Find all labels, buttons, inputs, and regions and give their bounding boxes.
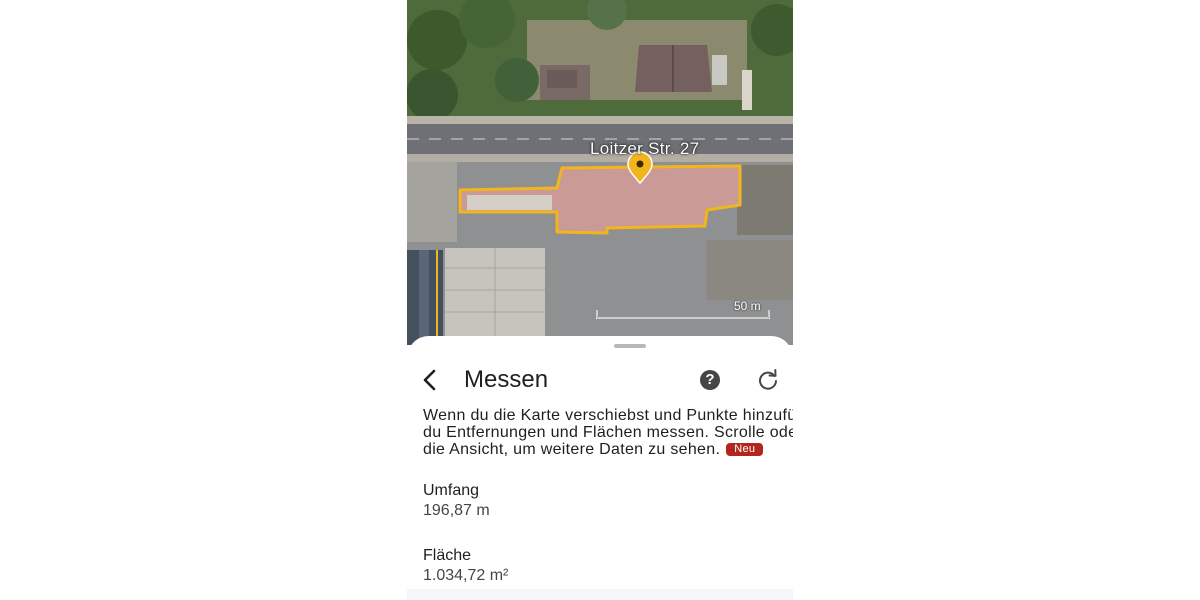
address-label: Loitzer Str. 27: [590, 139, 700, 158]
description: Wenn du die Karte verschiebst und Punkte…: [423, 407, 793, 458]
perimeter-label: Umfang: [423, 482, 480, 499]
phone-screen: Loitzer Str. 27 50 m Messen ? Wenn du di…: [407, 0, 793, 600]
satellite-map[interactable]: Loitzer Str. 27 50 m: [407, 0, 793, 345]
back-button[interactable]: [421, 368, 439, 392]
reset-button[interactable]: [757, 369, 779, 391]
description-line: du Entfernungen und Flächen messen. Scro…: [423, 424, 793, 441]
description-line: Wenn du die Karte verschiebst und Punkte…: [423, 407, 793, 424]
measure-sheet: Messen ? Wenn du die Karte verschiebst u…: [407, 336, 793, 600]
refresh-icon: [759, 369, 777, 390]
description-line: die Ansicht, um weitere Daten zu sehen. N…: [423, 441, 793, 458]
perimeter-value: 196,87 m: [423, 502, 490, 519]
scale-label: 50 m: [734, 299, 761, 313]
drag-handle[interactable]: [614, 344, 646, 348]
bottom-bar: [407, 589, 793, 600]
help-button[interactable]: ?: [700, 370, 720, 390]
help-circle-icon: ?: [705, 371, 715, 388]
area-value: 1.034,72 m²: [423, 567, 509, 584]
map-imagery: [407, 0, 793, 345]
area-label: Fläche: [423, 547, 472, 564]
chevron-left-icon: [423, 369, 436, 391]
description-text: die Ansicht, um weitere Daten zu sehen.: [423, 441, 721, 458]
page-title: Messen: [464, 366, 549, 393]
new-badge: Neu: [726, 443, 764, 457]
